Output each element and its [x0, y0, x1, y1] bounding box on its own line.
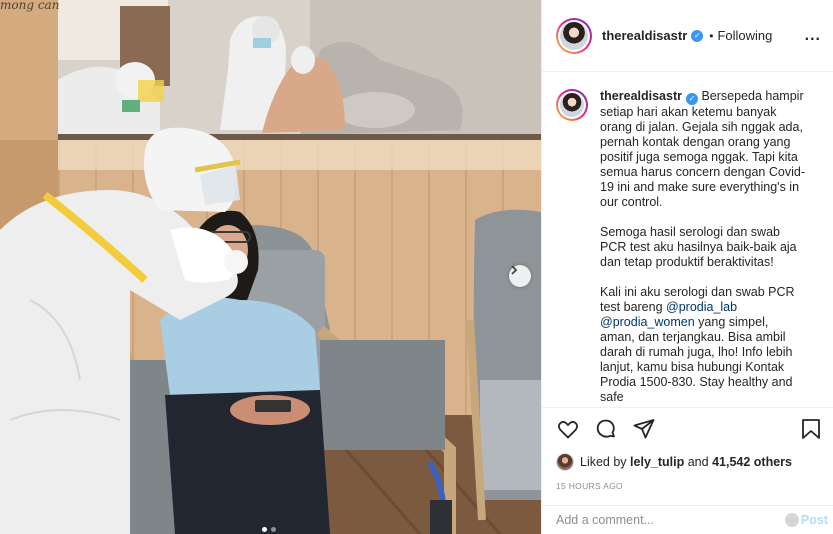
post-photo[interactable]: mong can: [0, 0, 541, 534]
carousel-dots: [262, 527, 276, 532]
caption-avatar[interactable]: [556, 89, 588, 121]
verified-badge-icon: ✓: [691, 29, 704, 42]
carousel-dot: [271, 527, 276, 532]
liker-username[interactable]: lely_tulip: [630, 455, 684, 469]
caption-paragraph-2: Semoga hasil serologi dan swab PCR test …: [600, 225, 797, 269]
likes-middle: and: [687, 455, 709, 469]
post-label: Post: [800, 513, 828, 527]
mention-link[interactable]: @prodia_lab: [666, 300, 737, 314]
mention-link[interactable]: @prodia_women: [600, 315, 695, 329]
caption-text: therealdisastr ✓ Bersepeda hampir setiap …: [600, 89, 806, 407]
comments-area[interactable]: therealdisastr ✓ Bersepeda hampir setiap …: [542, 73, 833, 407]
carousel-dot-active: [262, 527, 267, 532]
liker-avatar[interactable]: [556, 453, 574, 471]
post-button[interactable]: Post: [784, 513, 828, 527]
caption-row: therealdisastr ✓ Bersepeda hampir setiap …: [556, 89, 820, 407]
bookmark-icon[interactable]: [800, 417, 822, 441]
post-header: therealdisastr ✓ • Following ...: [542, 0, 833, 72]
likes-summary: Liked by lely_tulip and 41,542 others: [556, 453, 822, 471]
following-button[interactable]: Following: [717, 28, 772, 43]
header-username[interactable]: therealdisastr: [602, 28, 687, 43]
photo-overlay-text: mong can: [0, 0, 60, 12]
next-photo-button[interactable]: [509, 265, 531, 287]
action-bar: Liked by lely_tulip and 41,542 others 15…: [542, 407, 833, 491]
add-comment-bar: Post: [542, 505, 833, 534]
chevron-right-icon: [511, 265, 518, 275]
heart-icon[interactable]: [556, 417, 580, 441]
caption-username[interactable]: therealdisastr: [600, 89, 682, 103]
post-image: [0, 0, 541, 534]
verified-badge-icon: ✓: [685, 93, 698, 105]
avatar[interactable]: [556, 17, 592, 54]
more-options-icon[interactable]: ...: [805, 27, 821, 45]
emoji-icon[interactable]: [784, 513, 799, 527]
post-timestamp[interactable]: 15 HOURS AGO: [556, 481, 822, 491]
separator: •: [709, 28, 714, 43]
share-icon[interactable]: [632, 417, 656, 441]
comment-input[interactable]: [556, 513, 785, 527]
post-side-panel: therealdisastr ✓ • Following ... thereal…: [541, 0, 833, 534]
comment-icon[interactable]: [594, 417, 618, 441]
likes-prefix: Liked by: [580, 455, 627, 469]
likes-count[interactable]: 41,542 others: [712, 455, 792, 469]
caption-paragraph-1: Bersepeda hampir setiap hari akan ketemu…: [600, 89, 805, 209]
